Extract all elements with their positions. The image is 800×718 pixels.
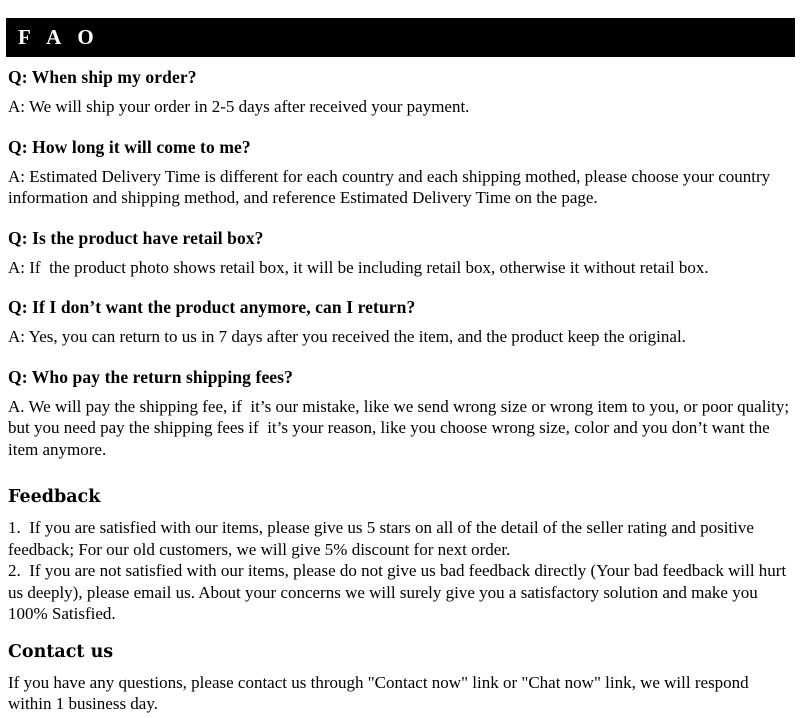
- faq-list: Q: When ship my order? A: We will ship y…: [8, 67, 792, 460]
- faq-item: Q: When ship my order? A: We will ship y…: [8, 67, 792, 118]
- faq-item: Q: How long it will come to me? A: Estim…: [8, 137, 792, 209]
- contact-heading: Contact us: [8, 641, 114, 662]
- faq-item: Q: If I don’t want the product anymore, …: [8, 297, 792, 348]
- faq-question: Q: When ship my order?: [8, 67, 197, 87]
- contact-section: Contact us If you have any questions, pl…: [8, 641, 792, 715]
- faq-answer: A: We will ship your order in 2-5 days a…: [8, 97, 470, 116]
- feedback-body: 1. If you are satisfied with our items, …: [8, 518, 787, 623]
- faq-answer: A: If the product photo shows retail box…: [8, 257, 709, 277]
- faq-answer: A. We will pay the shipping fee, if it’s…: [8, 396, 794, 459]
- contact-body: If you have any questions, please contac…: [8, 672, 753, 714]
- faq-item: Q: Is the product have retail box? A: If…: [8, 228, 792, 279]
- faq-question: Q: Is the product have retail box?: [8, 227, 264, 248]
- faq-answer: A: Yes, you can return to us in 7 days a…: [8, 327, 686, 346]
- faq-question: Q: If I don’t want the product anymore, …: [8, 297, 416, 317]
- faq-question: Q: Who pay the return shipping fees?: [8, 366, 293, 387]
- page-title: F A O: [18, 25, 100, 49]
- faq-question: Q: How long it will come to me?: [8, 136, 251, 157]
- page-header-bar: F A O: [6, 18, 795, 57]
- faq-page: F A O Q: When ship my order? A: We will …: [0, 18, 800, 718]
- faq-answer: A: Estimated Delivery Time is different …: [8, 166, 775, 208]
- feedback-heading: Feedback: [8, 487, 101, 507]
- faq-item: Q: Who pay the return shipping fees? A. …: [8, 367, 792, 461]
- feedback-section: Feedback 1. If you are satisfied with ou…: [8, 486, 792, 625]
